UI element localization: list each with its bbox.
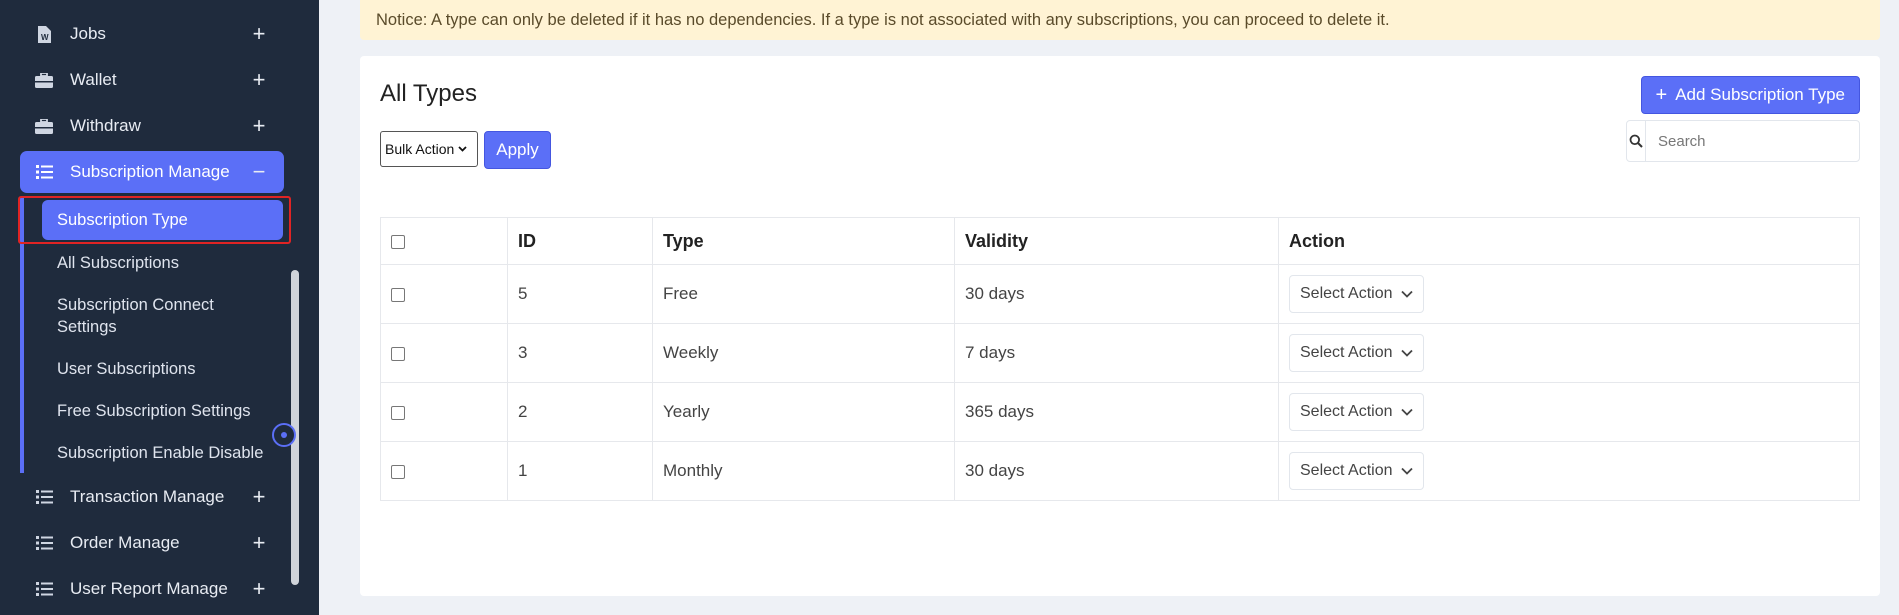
header-action: Action [1278,217,1860,265]
plus-icon[interactable]: + [248,576,270,602]
cell-validity: 30 days [954,264,1279,324]
cell-id: 5 [507,264,653,324]
cell-type: Monthly [652,441,955,501]
table-row: 2 Yearly 365 days Select Action [380,382,1860,442]
cell-action: Select Action [1278,264,1860,324]
submenu-item-subscription-connect-settings[interactable]: Subscription Connect Settings [42,294,272,338]
bulk-action-select[interactable]: Bulk Action [380,131,478,167]
sidebar-item-transaction-manage[interactable]: Transaction Manage + [20,476,284,518]
select-all-checkbox[interactable] [391,234,405,249]
row-checkbox-cell [380,323,508,383]
cell-type: Yearly [652,382,955,442]
types-table: ID Type Validity Action 5 Free 30 days S… [380,217,1860,501]
list-icon [34,579,54,599]
header-validity: Validity [954,217,1279,265]
chevron-down-icon [1400,462,1413,480]
submenu-item-all-subscriptions[interactable]: All Subscriptions [42,252,283,274]
briefcase-icon [34,116,54,136]
plus-icon[interactable]: + [248,484,270,510]
row-checkbox[interactable] [391,405,405,420]
row-checkbox[interactable] [391,464,405,479]
chevron-down-icon [1400,344,1413,362]
cell-id: 2 [507,382,653,442]
sidebar-item-label: User Report Manage [70,579,228,598]
chevron-down-icon [1400,285,1413,303]
row-checkbox[interactable] [391,346,405,361]
sidebar-item-label: Wallet [70,70,117,89]
select-action-label: Select Action [1300,403,1393,420]
add-button-label: Add Subscription Type [1675,85,1845,104]
apply-button[interactable]: Apply [484,131,551,169]
sidebar-item-label: Withdraw [70,116,141,135]
selection-highlight [18,196,291,244]
sidebar-item-label: Jobs [70,24,106,43]
select-action-label: Select Action [1300,285,1393,302]
select-action-dropdown[interactable]: Select Action [1289,334,1424,372]
sidebar-item-label: Subscription Manage [70,162,230,181]
notice-banner: Notice: A type can only be deleted if it… [360,0,1880,40]
sidebar: W Jobs + Wallet + Withdraw + Subscriptio… [0,0,319,615]
cell-id: 1 [507,441,653,501]
table-row: 5 Free 30 days Select Action [380,264,1860,324]
search-box [1626,120,1860,162]
submenu-item-free-subscription-settings[interactable]: Free Subscription Settings [42,400,283,422]
select-all-cell [380,217,508,265]
chevron-down-icon [458,144,467,155]
cell-action: Select Action [1278,323,1860,383]
select-action-dropdown[interactable]: Select Action [1289,452,1424,490]
submenu-item-subscription-enable-disable[interactable]: Subscription Enable Disable [42,442,283,464]
briefcase-icon [34,70,54,90]
list-icon [34,533,54,553]
file-icon: W [34,24,54,44]
select-action-dropdown[interactable]: Select Action [1289,275,1424,313]
select-action-label: Select Action [1300,344,1393,361]
sidebar-item-user-report-manage[interactable]: User Report Manage + [20,568,284,610]
row-checkbox[interactable] [391,287,405,302]
cell-action: Select Action [1278,441,1860,501]
select-action-dropdown[interactable]: Select Action [1289,393,1424,431]
sidebar-item-subscription-manage[interactable]: Subscription Manage − [20,151,284,193]
search-icon[interactable] [1627,121,1646,161]
search-input[interactable] [1646,121,1859,161]
minus-icon[interactable]: − [248,159,270,185]
header-id: ID [507,217,653,265]
add-subscription-type-button[interactable]: + Add Subscription Type [1640,76,1860,114]
bulk-action-value: Bulk Action [385,141,455,157]
sidebar-item-label: Order Manage [70,533,180,552]
plus-icon[interactable]: + [248,530,270,556]
dot-icon [281,432,287,438]
cell-type: Free [652,264,955,324]
page-title: All Types [380,80,477,107]
cell-action: Select Action [1278,382,1860,442]
sidebar-collapse-button[interactable] [272,423,296,447]
sidebar-item-order-manage[interactable]: Order Manage + [20,522,284,564]
chevron-down-icon [1400,403,1413,421]
row-checkbox-cell [380,382,508,442]
cell-validity: 7 days [954,323,1279,383]
sidebar-item-label: Transaction Manage [70,487,225,506]
row-checkbox-cell [380,264,508,324]
cell-type: Weekly [652,323,955,383]
list-icon [34,162,54,182]
header-type: Type [652,217,955,265]
svg-text:W: W [41,33,49,42]
table-row: 1 Monthly 30 days Select Action [380,441,1860,501]
table-header-row: ID Type Validity Action [380,217,1860,265]
cell-validity: 30 days [954,441,1279,501]
sidebar-item-jobs[interactable]: W Jobs + [20,13,284,55]
cell-validity: 365 days [954,382,1279,442]
list-icon [34,487,54,507]
select-action-label: Select Action [1300,462,1393,479]
plus-icon: + [1655,83,1668,106]
sidebar-item-wallet[interactable]: Wallet + [20,59,284,101]
plus-icon[interactable]: + [248,67,270,93]
sidebar-item-withdraw[interactable]: Withdraw + [20,105,284,147]
submenu-item-user-subscriptions[interactable]: User Subscriptions [42,358,283,380]
table-row: 3 Weekly 7 days Select Action [380,323,1860,383]
types-card: All Types + Add Subscription Type Bulk A… [360,56,1880,596]
cell-id: 3 [507,323,653,383]
row-checkbox-cell [380,441,508,501]
plus-icon[interactable]: + [248,21,270,47]
plus-icon[interactable]: + [248,113,270,139]
